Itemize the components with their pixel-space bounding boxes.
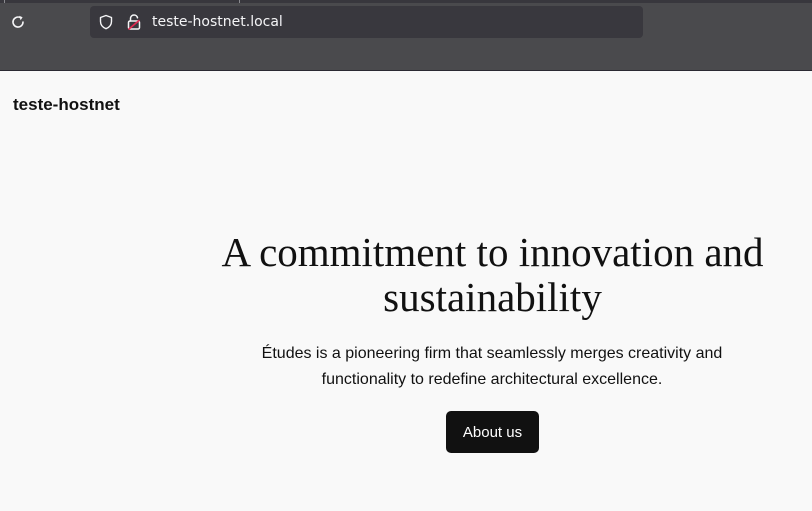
tab-strip bbox=[0, 0, 812, 3]
reload-button[interactable] bbox=[6, 10, 30, 34]
broken-lock-icon[interactable] bbox=[126, 13, 142, 31]
site-title[interactable]: teste-hostnet bbox=[13, 94, 120, 116]
reload-icon bbox=[12, 15, 24, 28]
tab-separator bbox=[239, 0, 240, 3]
shield-icon[interactable] bbox=[98, 14, 114, 30]
tab-separator bbox=[4, 0, 5, 3]
hero-description: Études is a pioneering firm that seamles… bbox=[261, 345, 723, 388]
hero-heading: A commitment to innovation and sustainab… bbox=[221, 229, 764, 320]
url-bar[interactable]: teste-hostnet.local bbox=[90, 6, 643, 38]
browser-toolbar: teste-hostnet.local bbox=[0, 0, 812, 71]
about-us-button[interactable]: About us bbox=[446, 411, 539, 453]
url-text[interactable]: teste-hostnet.local bbox=[152, 13, 283, 31]
